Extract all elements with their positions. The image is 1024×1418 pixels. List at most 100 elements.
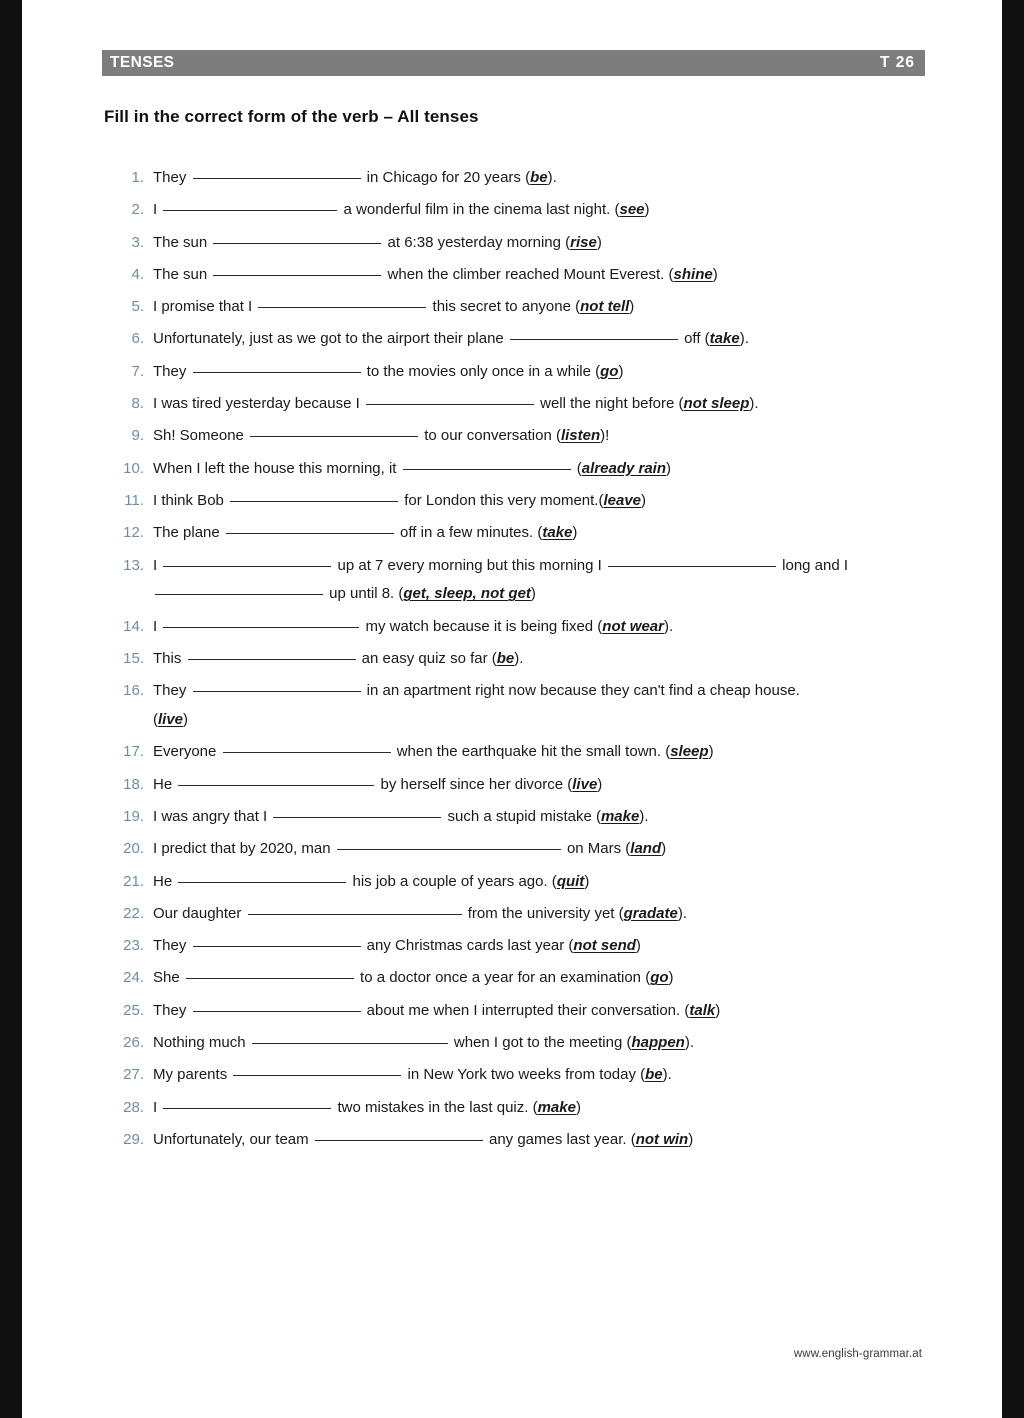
question-line: Unfortunately, our team any games last y…: [153, 1130, 934, 1150]
verb-hint: go: [600, 363, 618, 380]
answer-blank[interactable]: [247, 913, 462, 915]
verb-hint-label: take: [709, 330, 740, 348]
question-number: 11.: [124, 491, 144, 509]
sentence-fragment: I: [153, 617, 162, 635]
sentence-fragment: when I got to the meeting (: [449, 1034, 632, 1052]
answer-blank[interactable]: [258, 307, 427, 309]
question-text: I think Bob for London this very moment.…: [153, 491, 934, 511]
verb-hint: quit: [557, 873, 585, 890]
question-number: 2.: [131, 201, 144, 219]
sentence-fragment: Nothing much: [153, 1034, 250, 1052]
verb-hint-label: live: [572, 775, 598, 793]
verb-hint: talk: [689, 1002, 715, 1019]
answer-blank[interactable]: [155, 594, 323, 596]
question-number: 24.: [123, 969, 144, 987]
sentence-fragment: at 6:38 yesterday morning (: [383, 233, 571, 251]
answer-blank[interactable]: [185, 978, 354, 980]
worksheet-code: T 26: [879, 54, 915, 71]
answer-blank[interactable]: [213, 274, 382, 276]
sentence-fragment: well the night before (: [535, 395, 684, 413]
question-item: 15. This an easy quiz so far (be).: [104, 649, 934, 669]
question-text: I was angry that I such a stupid mistake…: [153, 807, 934, 827]
sentence-fragment: in Chicago for 20 years (: [362, 169, 531, 186]
answer-blank[interactable]: [314, 1139, 483, 1141]
answer-blank[interactable]: [225, 533, 394, 535]
source-footer: www.english-grammar.at: [793, 1348, 922, 1360]
answer-blank[interactable]: [192, 1010, 361, 1012]
question-number: 21.: [123, 872, 144, 890]
answer-blank[interactable]: [509, 339, 678, 341]
verb-hint-label: leave: [603, 491, 642, 509]
question-item: 10. When I left the house this morning, i…: [104, 459, 934, 479]
answer-blank[interactable]: [250, 436, 419, 438]
answer-blank[interactable]: [192, 371, 361, 373]
sentence-fragment: ).: [547, 169, 557, 186]
question-line: Our daughter from the university yet (gr…: [153, 904, 934, 924]
answer-blank[interactable]: [233, 1075, 402, 1077]
question-item: 20. I predict that by 2020, man on Mars (…: [104, 839, 934, 859]
verb-hint-label: talk: [689, 1001, 716, 1019]
sentence-fragment: They: [153, 169, 191, 186]
question-item: 14. I my watch because it is being fixed …: [104, 617, 934, 637]
answer-blank[interactable]: [163, 626, 360, 628]
sentence-fragment: ): [584, 872, 590, 890]
sentence-fragment: Our daughter: [153, 904, 246, 922]
sentence-fragment: )!: [600, 427, 610, 445]
answer-blank[interactable]: [163, 565, 332, 567]
verb-hint: live: [572, 776, 597, 793]
verb-hint: see: [619, 201, 644, 218]
question-number: 23.: [123, 937, 144, 955]
answer-blank[interactable]: [163, 1107, 332, 1109]
sentence-fragment: when the earthquake hit the small town. …: [392, 743, 671, 761]
answer-blank[interactable]: [163, 210, 338, 212]
sentence-fragment: his job a couple of years ago. (: [348, 872, 557, 890]
verb-hint-label: not sleep: [683, 395, 750, 413]
answer-blank[interactable]: [251, 1043, 448, 1045]
sentence-fragment: a wonderful film in the cinema last nigh…: [339, 201, 620, 219]
answer-blank[interactable]: [336, 849, 561, 851]
question-line: This an easy quiz so far (be).: [153, 649, 934, 669]
sentence-fragment: up at 7 every morning but this morning I: [333, 556, 606, 574]
answer-blank[interactable]: [273, 816, 442, 818]
sentence-fragment: I promise that I: [153, 298, 257, 316]
sentence-fragment: They: [153, 937, 191, 955]
question-number: 3.: [131, 233, 144, 251]
question-list: 1. They in Chicago for 20 years (be). 2. I …: [104, 168, 934, 1162]
question-number: 19.: [123, 807, 144, 825]
question-text: I my watch because it is being fixed (no…: [153, 617, 934, 637]
verb-hint: leave: [603, 492, 641, 509]
verb-hint-label: get, sleep, not get: [403, 585, 531, 603]
question-number: 14.: [123, 617, 144, 635]
answer-blank[interactable]: [178, 784, 375, 786]
sentence-fragment: any games last year. (: [484, 1130, 636, 1148]
question-text: They about me when I interrupted their c…: [153, 1001, 934, 1021]
sentence-fragment: Sh! Someone: [153, 427, 249, 445]
verb-hint-label: not send: [573, 937, 636, 955]
question-text: I a wonderful film in the cinema last ni…: [153, 200, 934, 220]
question-line: She to a doctor once a year for an exami…: [153, 968, 934, 988]
question-text: Unfortunately, just as we got to the air…: [153, 329, 934, 349]
answer-blank[interactable]: [187, 658, 356, 660]
answer-blank[interactable]: [213, 242, 382, 244]
question-line: Nothing much when I got to the meeting (…: [153, 1033, 934, 1053]
question-item: 9. Sh! Someone to our conversation (liste…: [104, 426, 934, 446]
answer-blank[interactable]: [230, 500, 399, 502]
question-item: 5. I promise that I this secret to anyone…: [104, 297, 934, 317]
question-line: When I left the house this morning, it (…: [153, 459, 934, 479]
sentence-fragment: ): [635, 937, 641, 955]
answer-blank[interactable]: [192, 178, 361, 179]
answer-blank[interactable]: [178, 881, 347, 883]
verb-hint-label: be: [530, 169, 548, 186]
answer-blank[interactable]: [402, 468, 571, 470]
answer-blank[interactable]: [222, 752, 391, 754]
answer-blank[interactable]: [192, 691, 361, 693]
answer-blank[interactable]: [192, 946, 361, 948]
question-number: 4.: [131, 265, 144, 283]
sentence-fragment: ): [712, 265, 718, 283]
sentence-fragment: They: [153, 362, 191, 380]
answer-blank[interactable]: [607, 565, 776, 567]
verb-hint: happen: [632, 1034, 685, 1051]
answer-blank[interactable]: [365, 404, 534, 406]
sentence-fragment: in an apartment right now because they c…: [362, 682, 800, 700]
question-line: He by herself since her divorce (live): [153, 775, 934, 795]
